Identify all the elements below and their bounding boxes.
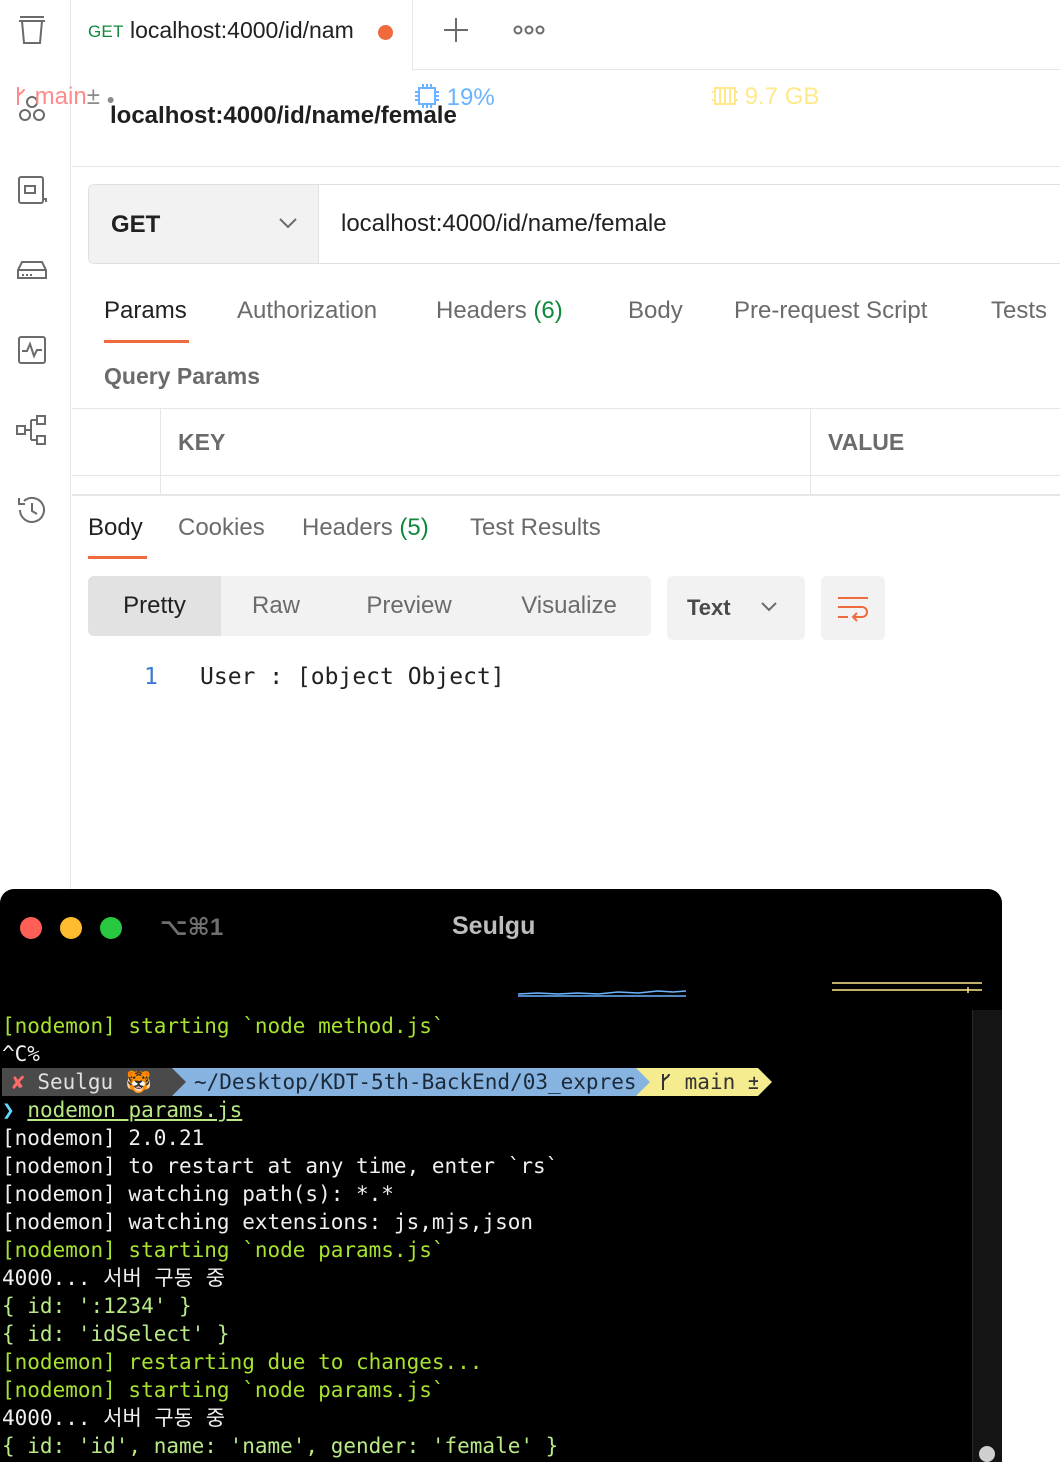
folder-status: ~/D/K/0 [158,83,271,113]
query-params-title: Query Params [104,363,260,389]
prompt-user-segment: ✘ Seulgu 🐯 [2,1068,172,1096]
terminal-output-line: { id: 'id', name: 'name', gender: 'femal… [2,1434,559,1458]
prompt-path-segment: ~/Desktop/KDT-5th-BackEnd/03_express [186,1068,649,1096]
mock-server-icon[interactable] [14,252,50,288]
memory-status: 9.7 GB [712,83,819,113]
value-column-header: VALUE [828,429,905,455]
url-input[interactable]: localhost:4000/id/name/female [341,210,667,238]
memory-icon [712,87,738,105]
history-icon[interactable] [14,492,50,528]
tab-headers[interactable]: Headers (6) [436,297,563,325]
format-button-group: Pretty Raw Preview Visualize [88,576,651,636]
column-divider [810,409,811,495]
terminal-title: Seulgu [452,912,536,940]
folder-icon [158,88,184,106]
terminal-output-line: [nodemon] starting `node params.js` [2,1378,445,1402]
terminal-output-line: { id: 'idSelect' } [2,1322,230,1346]
method-label: GET [111,211,161,238]
chevron-down-icon [759,600,779,614]
terminal-scroll-thumb[interactable] [979,1446,995,1462]
visualize-button[interactable]: Visualize [487,576,651,636]
cpu-chip-icon [415,84,439,108]
terminal-output-line: [nodemon] starting `node method.js` [2,1014,445,1038]
tab-body[interactable]: Body [628,297,683,325]
tab-params[interactable]: Params [104,297,187,325]
terminal-output-line: [nodemon] starting `node params.js` [2,1238,445,1262]
cpu-sparkline [518,990,686,997]
tab-authorization[interactable]: Authorization [237,297,377,325]
tab-shortcut-label: ⌥⌘1 [160,914,224,941]
response-type-select[interactable]: Text [667,576,805,640]
zoom-window-button[interactable] [100,917,122,939]
terminal-output-line: 4000... 서버 구동 중 [2,1266,226,1290]
method-select[interactable]: GET [89,185,319,263]
tab-tests[interactable]: Tests [991,297,1047,325]
divider [72,166,1060,167]
flows-icon[interactable] [14,412,50,448]
tab-pre-request-script[interactable]: Pre-request Script [734,297,927,325]
wrap-lines-button[interactable] [821,576,885,640]
monitor-icon[interactable] [14,332,50,368]
response-body-text[interactable]: User : [object Object] [200,664,505,690]
git-branch-status: main± ● [14,83,115,113]
response-type-label: Text [687,595,731,620]
request-tab[interactable]: GET localhost:4000/id/nam [72,0,413,70]
terminal-output-line: [nodemon] watching extensions: js,mjs,js… [2,1210,534,1234]
prompt-git-segment: main ± [652,1068,761,1096]
terminal-output-line: [nodemon] restarting due to changes... [2,1350,483,1374]
tab-strip: GET localhost:4000/id/nam [72,0,1060,70]
close-window-button[interactable] [20,917,42,939]
chevron-down-icon [277,215,299,231]
cpu-status: 19% [414,83,495,113]
wrap-lines-icon [838,597,868,622]
terminal-output-line: { id: ':1234' } [2,1294,192,1318]
pretty-button[interactable]: Pretty [88,576,221,636]
response-tab-test-results[interactable]: Test Results [470,514,601,542]
environment-icon[interactable] [14,172,50,208]
git-branch-icon [17,87,25,105]
tab-title: localhost:4000/id/nam [130,17,354,43]
terminal-output-line: [nodemon] 2.0.21 [2,1126,205,1150]
row-divider [72,475,1060,476]
raw-button[interactable]: Raw [221,576,331,636]
preview-button[interactable]: Preview [331,576,487,636]
response-tab-headers[interactable]: Headers (5) [302,514,429,542]
terminal-output-line: [nodemon] to restart at any time, enter … [2,1154,559,1178]
tab-method-label: GET [88,22,124,41]
git-branch-icon [662,1073,670,1090]
query-params-table: KEY VALUE [72,408,1060,495]
terminal-scrollbar[interactable] [972,1010,1002,1462]
terminal-output-line: ^C% [2,1042,40,1066]
response-tab-cookies[interactable]: Cookies [178,514,265,542]
terminal-command-line: ❯ nodemon params.js [2,1098,243,1122]
trash-icon[interactable] [14,12,50,48]
key-column-header: KEY [178,429,226,455]
minimize-window-button[interactable] [60,917,82,939]
pane-resize-handle[interactable] [72,494,1060,496]
new-tab-plus-icon[interactable] [440,12,472,48]
url-bar: GET localhost:4000/id/name/female [88,184,1060,264]
more-options-icon[interactable] [512,18,546,42]
memory-graph [832,982,982,993]
active-tab-indicator [104,340,189,343]
column-divider [160,409,161,495]
unsaved-indicator-dot [378,25,393,40]
response-tab-body[interactable]: Body [88,514,143,542]
line-number: 1 [144,664,158,690]
terminal-output-line: [nodemon] watching path(s): *.* [2,1182,394,1206]
terminal-output-line: 4000... 서버 구동 중 [2,1406,226,1430]
active-tab-indicator [88,556,147,559]
